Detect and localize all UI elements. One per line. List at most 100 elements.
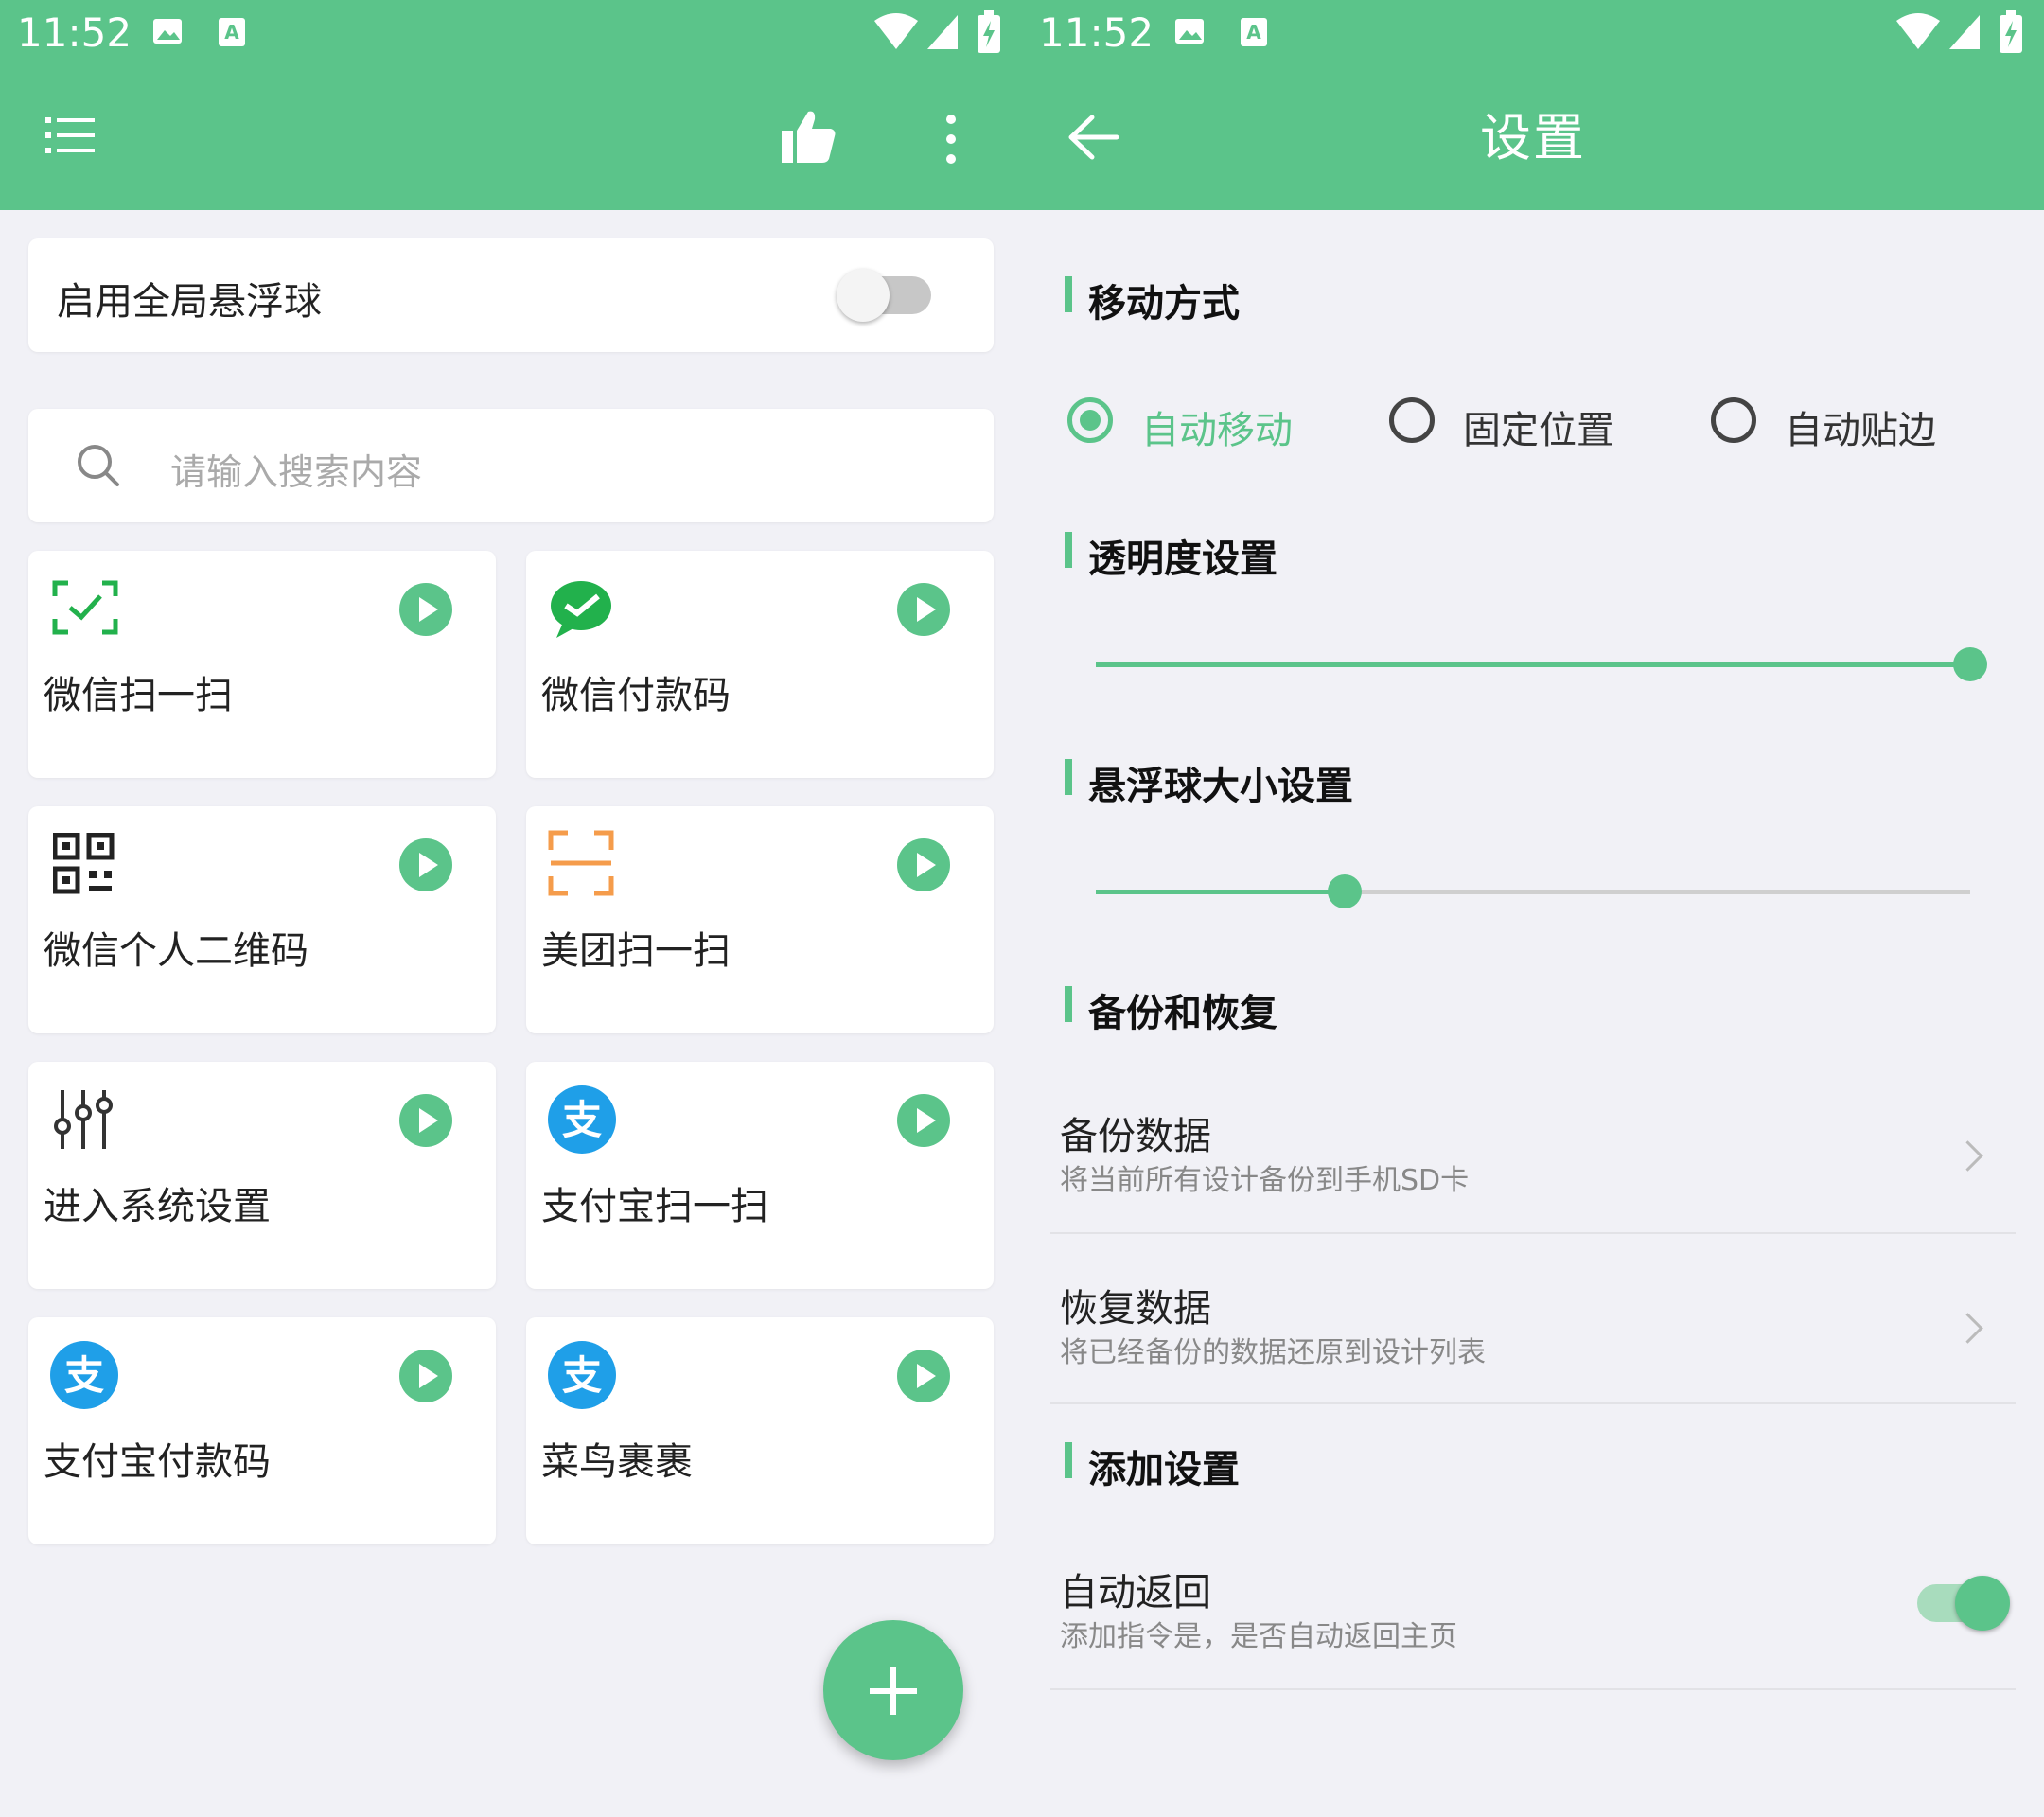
wechat-scan-icon bbox=[52, 580, 118, 635]
section-marker bbox=[1065, 276, 1072, 312]
slider-fill bbox=[1096, 662, 1970, 667]
divider bbox=[1050, 1688, 2016, 1690]
card-label: 微信扫一扫 bbox=[44, 674, 233, 717]
radio-auto-move[interactable] bbox=[1067, 397, 1113, 443]
size-slider[interactable] bbox=[1096, 874, 1970, 908]
opacity-slider[interactable] bbox=[1096, 647, 1987, 681]
play-button[interactable] bbox=[897, 1094, 950, 1147]
play-button[interactable] bbox=[399, 1350, 452, 1402]
section-marker bbox=[1065, 986, 1072, 1022]
row-subtitle: 将已经备份的数据还原到设计列表 bbox=[1060, 1336, 1486, 1369]
slider-thumb[interactable] bbox=[1328, 874, 1363, 908]
sliders-icon bbox=[54, 1090, 113, 1149]
action-card[interactable]: 支 菜鸟裹裹 bbox=[526, 1317, 994, 1544]
section-title-move: 移动方式 bbox=[1088, 282, 1240, 326]
row-title: 自动返回 bbox=[1060, 1571, 1211, 1614]
auto-return-switch[interactable] bbox=[1917, 1576, 2010, 1631]
row-title: 恢复数据 bbox=[1060, 1287, 1211, 1331]
card-label: 进入系统设置 bbox=[44, 1185, 271, 1228]
divider bbox=[1050, 1232, 2016, 1234]
search-bar[interactable]: 请输入搜索内容 bbox=[28, 409, 994, 522]
main-app-bar bbox=[0, 66, 1022, 210]
play-button[interactable] bbox=[399, 838, 452, 891]
image-notification-icon bbox=[1175, 19, 1204, 44]
card-label: 支付宝扫一扫 bbox=[541, 1185, 768, 1228]
image-notification-icon bbox=[153, 19, 182, 44]
status-bar: 11:52 A bbox=[1022, 0, 2044, 66]
section-title-opacity: 透明度设置 bbox=[1088, 538, 1278, 581]
search-icon bbox=[78, 445, 119, 486]
status-bar: 11:52 A bbox=[0, 0, 1022, 66]
radio-label-fixed-position[interactable]: 固定位置 bbox=[1463, 399, 1614, 454]
global-ball-switch[interactable] bbox=[837, 269, 931, 322]
card-label: 微信个人二维码 bbox=[44, 929, 308, 973]
row-subtitle: 添加指令是，是否自动返回主页 bbox=[1060, 1620, 1457, 1653]
scan-frame-icon bbox=[548, 830, 614, 896]
play-button[interactable] bbox=[897, 1350, 950, 1402]
restore-data-row[interactable]: 恢复数据 将已经备份的数据还原到设计列表 bbox=[1050, 1261, 2016, 1402]
page-title: 设置 bbox=[1480, 108, 1586, 168]
card-label: 菜鸟裹裹 bbox=[541, 1440, 693, 1484]
svg-text:支: 支 bbox=[562, 1097, 602, 1143]
divider bbox=[1050, 1402, 2016, 1404]
wechat-icon bbox=[551, 581, 611, 638]
action-card[interactable]: 微信扫一扫 bbox=[28, 551, 496, 778]
radio-fixed-position[interactable] bbox=[1389, 397, 1435, 443]
thumbs-up-icon[interactable] bbox=[780, 108, 838, 167]
alipay-icon: 支 bbox=[50, 1341, 118, 1409]
battery-charging-icon bbox=[978, 10, 1000, 53]
svg-text:支: 支 bbox=[562, 1352, 602, 1399]
card-label: 支付宝付款码 bbox=[44, 1440, 271, 1484]
more-vert-icon[interactable] bbox=[937, 114, 965, 165]
radio-auto-edge[interactable] bbox=[1711, 397, 1756, 443]
search-input[interactable]: 请输入搜索内容 bbox=[170, 443, 422, 495]
section-title-add: 添加设置 bbox=[1088, 1448, 1240, 1491]
card-label: 美团扫一扫 bbox=[541, 929, 731, 973]
slider-fill bbox=[1096, 890, 1346, 894]
play-button[interactable] bbox=[399, 583, 452, 636]
auto-return-row[interactable]: 自动返回 添加指令是，是否自动返回主页 bbox=[1050, 1544, 2016, 1686]
card-label: 微信付款码 bbox=[541, 674, 731, 717]
backup-data-row[interactable]: 备份数据 将当前所有设计备份到手机SD卡 bbox=[1050, 1088, 2016, 1230]
settings-screen: 11:52 A 设置 移动方式 自动移动 固定位置 自动贴边 透明度设置 悬浮球… bbox=[1022, 0, 2044, 1817]
play-button[interactable] bbox=[399, 1094, 452, 1147]
action-card[interactable]: 支 支付宝扫一扫 bbox=[526, 1062, 994, 1289]
action-card[interactable]: 美团扫一扫 bbox=[526, 806, 994, 1033]
section-marker bbox=[1065, 1442, 1072, 1478]
svg-text:A: A bbox=[224, 21, 239, 44]
slider-thumb[interactable] bbox=[1953, 647, 1987, 681]
section-marker bbox=[1065, 532, 1072, 568]
row-title: 备份数据 bbox=[1060, 1115, 1211, 1158]
menu-list-icon[interactable] bbox=[45, 114, 95, 157]
switch-thumb bbox=[837, 269, 890, 322]
settings-app-bar: 设置 bbox=[1022, 66, 2044, 210]
chevron-right-icon bbox=[1952, 1140, 1983, 1172]
main-screen: 11:52 A 启用全局悬浮球 请输入搜索内容 微信扫一扫 微信付款码 微信个人… bbox=[0, 0, 1022, 1817]
switch-thumb bbox=[1955, 1576, 2010, 1631]
status-time: 11:52 bbox=[17, 9, 132, 56]
chevron-right-icon bbox=[1952, 1313, 1983, 1344]
action-card[interactable]: 支 支付宝付款码 bbox=[28, 1317, 496, 1544]
wifi-icon bbox=[874, 13, 918, 49]
svg-text:A: A bbox=[1246, 21, 1261, 44]
radio-label-auto-edge[interactable]: 自动贴边 bbox=[1785, 399, 1936, 454]
qr-code-icon bbox=[53, 833, 115, 894]
alipay-icon: 支 bbox=[548, 1085, 616, 1154]
play-button[interactable] bbox=[897, 583, 950, 636]
row-subtitle: 将当前所有设计备份到手机SD卡 bbox=[1060, 1164, 1470, 1197]
global-ball-card[interactable]: 启用全局悬浮球 bbox=[28, 238, 994, 352]
section-title-size: 悬浮球大小设置 bbox=[1088, 765, 1353, 808]
keyboard-notification-icon: A bbox=[1241, 18, 1267, 46]
section-marker bbox=[1065, 759, 1072, 795]
action-card[interactable]: 微信付款码 bbox=[526, 551, 994, 778]
play-button[interactable] bbox=[897, 838, 950, 891]
radio-label-auto-move[interactable]: 自动移动 bbox=[1141, 399, 1293, 454]
status-time: 11:52 bbox=[1039, 9, 1154, 56]
add-button[interactable] bbox=[823, 1620, 963, 1760]
signal-icon bbox=[1949, 15, 1980, 49]
section-title-backup: 备份和恢复 bbox=[1088, 992, 1278, 1035]
global-ball-label: 启用全局悬浮球 bbox=[57, 280, 322, 324]
action-card[interactable]: 进入系统设置 bbox=[28, 1062, 496, 1289]
action-card[interactable]: 微信个人二维码 bbox=[28, 806, 496, 1033]
svg-text:支: 支 bbox=[64, 1352, 104, 1399]
